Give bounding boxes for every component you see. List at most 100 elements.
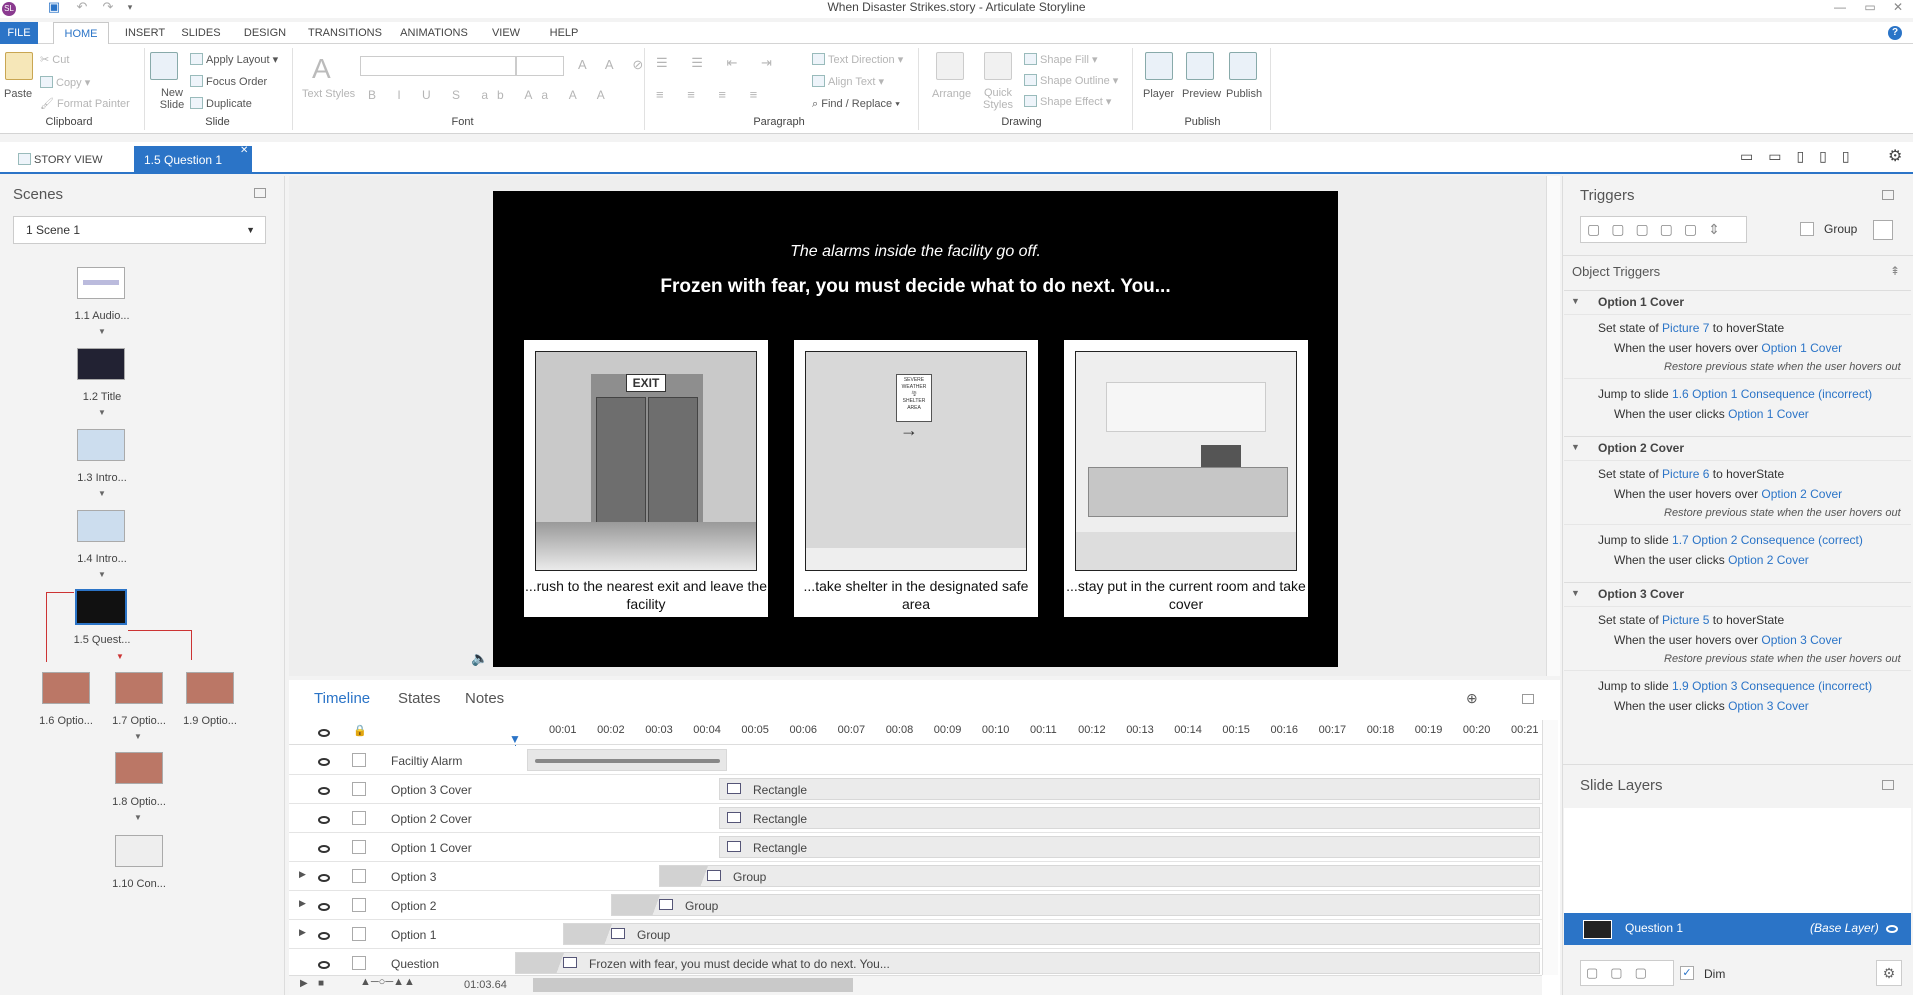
- timeline-bar[interactable]: [611, 894, 1540, 916]
- tab-help[interactable]: HELP: [546, 22, 582, 44]
- find-replace-button[interactable]: ⌕ Find / Replace ▾: [812, 97, 900, 111]
- playhead-icon[interactable]: ▼: [509, 733, 523, 745]
- zoom-slider[interactable]: ▲─○─▲▲: [360, 976, 415, 988]
- player-icon[interactable]: [1145, 52, 1173, 80]
- text-styles-button[interactable]: Text Styles: [302, 87, 355, 101]
- paste-button[interactable]: Paste: [4, 87, 32, 101]
- font-family-select[interactable]: [360, 56, 516, 76]
- collapse-all-icon[interactable]: ⇞: [1890, 264, 1900, 278]
- expand-icon[interactable]: ▶: [299, 927, 306, 938]
- maximize-icon[interactable]: ▭: [1858, 0, 1882, 14]
- preview-button[interactable]: Preview: [1182, 87, 1221, 101]
- trigger-object-link[interactable]: Picture 6: [1662, 467, 1709, 481]
- copy-button[interactable]: Copy ▾: [40, 76, 90, 90]
- layer-settings-icon[interactable]: ⚙: [1876, 960, 1902, 986]
- gear-icon[interactable]: ⚙: [1888, 146, 1902, 166]
- lock-checkbox[interactable]: [352, 898, 366, 912]
- lock-checkbox[interactable]: [352, 811, 366, 825]
- tab-notes[interactable]: Notes: [465, 690, 504, 707]
- timeline-bar[interactable]: [719, 807, 1540, 829]
- slide-tab-active[interactable]: 1.5 Question 1: [134, 146, 252, 174]
- trigger-condition[interactable]: When the user clicks Option 1 Cover: [1614, 406, 1809, 422]
- eye-icon[interactable]: [318, 929, 330, 943]
- slide-thumb-1-5[interactable]: [75, 589, 127, 625]
- trigger-wizard-icon[interactable]: [1873, 220, 1893, 240]
- timeline-vscrollbar[interactable]: [1542, 720, 1558, 975]
- slide-thumb-1-3[interactable]: [77, 429, 125, 461]
- trigger-target-link[interactable]: Option 3 Cover: [1728, 699, 1809, 713]
- layer-toolbar[interactable]: ▢▢▢: [1580, 960, 1674, 986]
- lock-checkbox[interactable]: [352, 927, 366, 941]
- eye-icon[interactable]: [318, 958, 330, 972]
- slide-thumb-1-6[interactable]: [42, 672, 90, 704]
- close-tab-icon[interactable]: ✕: [240, 145, 248, 156]
- trigger-action[interactable]: Jump to slide 1.9 Option 3 Consequence (…: [1598, 678, 1872, 694]
- lock-checkbox[interactable]: [352, 840, 366, 854]
- tab-states[interactable]: States: [398, 690, 441, 707]
- list-buttons[interactable]: ☰ ☰ ⇤ ⇥: [656, 56, 782, 70]
- format-painter-button[interactable]: 🖌 Format Painter: [40, 97, 130, 111]
- cut-button[interactable]: ✂ Cut: [40, 53, 69, 67]
- timeline-bar[interactable]: [659, 865, 1540, 887]
- tab-design[interactable]: DESIGN: [240, 22, 290, 44]
- timeline-options-icon[interactable]: ⊕: [1466, 690, 1478, 707]
- shape-outline-button[interactable]: Shape Outline ▾: [1024, 74, 1118, 88]
- font-size-buttons[interactable]: A A ⊘: [578, 58, 651, 72]
- shape-fill-button[interactable]: Shape Fill ▾: [1024, 53, 1098, 67]
- align-buttons[interactable]: ≡ ≡ ≡ ≡: [656, 88, 767, 102]
- publish-button[interactable]: Publish: [1226, 87, 1262, 101]
- play-icon[interactable]: ▶: [300, 978, 308, 989]
- trigger-target-link[interactable]: Option 3 Cover: [1761, 633, 1842, 647]
- text-styles-icon[interactable]: A: [312, 52, 342, 86]
- stop-icon[interactable]: ■: [318, 978, 324, 989]
- tab-timeline[interactable]: Timeline: [314, 690, 370, 707]
- trigger-object-link[interactable]: 1.7 Option 2 Consequence (correct): [1672, 533, 1863, 547]
- panel-undock-icon[interactable]: [1522, 694, 1534, 704]
- tab-slides[interactable]: SLIDES: [178, 22, 224, 44]
- font-format-buttons[interactable]: B I U S ab Aa A A: [368, 88, 614, 102]
- slide-thumb-1-7[interactable]: [115, 672, 163, 704]
- panel-undock-icon[interactable]: [254, 188, 266, 198]
- new-slide-icon[interactable]: [150, 52, 178, 80]
- scene-select[interactable]: 1 Scene 1 ▼: [13, 216, 266, 244]
- lock-checkbox[interactable]: [352, 869, 366, 883]
- trigger-condition[interactable]: When the user hovers over Option 3 Cover: [1614, 632, 1842, 648]
- apply-layout-button[interactable]: Apply Layout ▾: [190, 53, 278, 67]
- story-view-tab[interactable]: STORY VIEW: [18, 148, 102, 172]
- slide-thumb-1-10[interactable]: [115, 835, 163, 867]
- timeline-row[interactable]: [289, 746, 1542, 775]
- trigger-action[interactable]: Jump to slide 1.7 Option 2 Consequence (…: [1598, 532, 1863, 548]
- timeline-hscrollbar[interactable]: [533, 978, 853, 992]
- quick-styles-button[interactable]: Quick Styles: [978, 87, 1018, 111]
- timeline-bar[interactable]: [563, 923, 1540, 945]
- trigger-object-link[interactable]: 1.6 Option 1 Consequence (incorrect): [1672, 387, 1872, 401]
- tab-view[interactable]: VIEW: [488, 22, 524, 44]
- slide-thumb-1-1[interactable]: [77, 267, 125, 299]
- eye-icon[interactable]: [318, 842, 330, 856]
- collapse-icon[interactable]: ▼: [1571, 296, 1580, 306]
- group-checkbox[interactable]: [1800, 222, 1814, 236]
- slide-thumb-1-8[interactable]: [115, 752, 163, 784]
- slide-thumb-1-2[interactable]: [77, 348, 125, 380]
- trigger-condition[interactable]: When the user clicks Option 2 Cover: [1614, 552, 1809, 568]
- panel-undock-icon[interactable]: [1882, 780, 1894, 790]
- quick-styles-icon[interactable]: [984, 52, 1012, 80]
- tab-home[interactable]: HOME: [53, 22, 109, 45]
- lock-icon[interactable]: 🔒: [353, 724, 367, 737]
- panel-undock-icon[interactable]: [1882, 190, 1894, 200]
- publish-icon[interactable]: [1229, 52, 1257, 80]
- focus-order-button[interactable]: Focus Order: [190, 75, 267, 89]
- eye-icon[interactable]: [318, 784, 330, 798]
- trigger-target-link[interactable]: Option 1 Cover: [1761, 341, 1842, 355]
- timeline-bar[interactable]: [719, 836, 1540, 858]
- device-preview-icons[interactable]: ▭▭▯▯▯: [1740, 148, 1865, 165]
- eye-icon[interactable]: [318, 900, 330, 914]
- font-size-select[interactable]: [516, 56, 564, 76]
- trigger-object-link[interactable]: Picture 5: [1662, 613, 1709, 627]
- text-direction-button[interactable]: Text Direction ▾: [812, 53, 903, 67]
- trigger-toolbar[interactable]: ▢▢▢▢▢⇕: [1580, 216, 1747, 243]
- dim-checkbox[interactable]: ✓: [1680, 966, 1694, 980]
- trigger-action[interactable]: Set state of Picture 6 to hoverState: [1598, 466, 1784, 482]
- trigger-action[interactable]: Jump to slide 1.6 Option 1 Consequence (…: [1598, 386, 1872, 402]
- close-icon[interactable]: ✕: [1886, 0, 1910, 14]
